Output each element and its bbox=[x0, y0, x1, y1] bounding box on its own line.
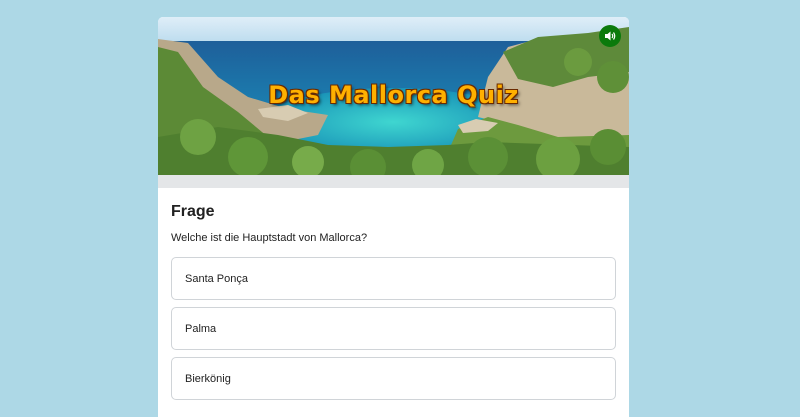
answer-option[interactable]: Bierkönig bbox=[171, 357, 616, 400]
question-heading: Frage bbox=[171, 203, 215, 220]
quiz-card: Das Mallorca Quiz Frage Welche ist die H… bbox=[158, 17, 629, 417]
question-section: Frage Welche ist die Hauptstadt von Mall… bbox=[158, 188, 629, 400]
sound-toggle-button[interactable] bbox=[599, 25, 621, 47]
banner-image: Das Mallorca Quiz bbox=[158, 17, 629, 175]
banner-divider bbox=[158, 175, 629, 188]
quiz-title: Das Mallorca Quiz bbox=[268, 81, 519, 109]
answer-list: Santa Ponça Palma Bierkönig bbox=[171, 257, 616, 400]
speaker-icon bbox=[605, 31, 616, 41]
answer-option[interactable]: Santa Ponça bbox=[171, 257, 616, 300]
question-text: Welche ist die Hauptstadt von Mallorca? bbox=[171, 232, 368, 244]
answer-option[interactable]: Palma bbox=[171, 307, 616, 350]
